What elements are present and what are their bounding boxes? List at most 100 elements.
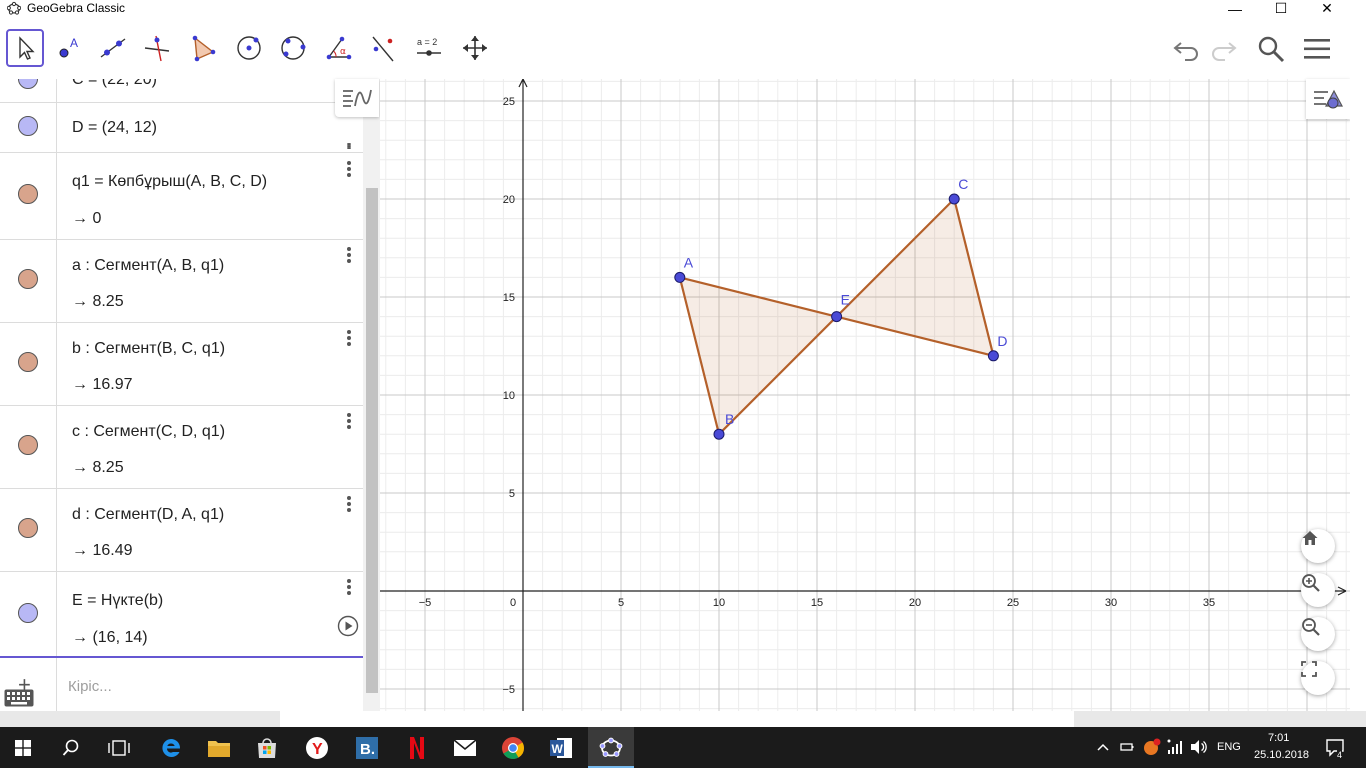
row-menu-button[interactable]	[343, 159, 355, 179]
conic-tool[interactable]	[274, 29, 312, 67]
algebra-row-d-segment[interactable]: d : Сегмент(D, A, q1) → 16.49	[0, 489, 363, 572]
algebra-scrollbar[interactable]	[366, 188, 378, 693]
move-graphics-tool[interactable]	[456, 29, 494, 67]
move-tool[interactable]	[6, 29, 44, 67]
search-icon	[62, 739, 79, 756]
keyboard-icon[interactable]	[4, 689, 34, 707]
row-definition: c : Сегмент(C, D, q1)	[72, 423, 226, 440]
row-menu-button[interactable]	[343, 328, 355, 348]
taskbar-search-button[interactable]	[48, 727, 94, 768]
row-value: → (16, 14)	[72, 629, 148, 646]
point-e[interactable]	[831, 311, 843, 323]
notifications-icon[interactable]	[1326, 738, 1346, 758]
close-button[interactable]: ✕	[1304, 0, 1350, 17]
row-divider	[56, 406, 57, 488]
polygon-icon	[192, 35, 216, 62]
taskbar-yandex[interactable]: Y	[294, 727, 340, 768]
home-button[interactable]	[1301, 529, 1335, 563]
row-menu-button[interactable]	[343, 411, 355, 431]
taskbar-file-explorer[interactable]	[196, 727, 242, 768]
visibility-toggle[interactable]	[18, 435, 38, 455]
algebra-row-d[interactable]: D = (24, 12)	[0, 103, 363, 153]
zoom-in-button[interactable]	[1301, 573, 1335, 607]
row-definition: E = Нүкте(b)	[72, 592, 164, 609]
antivirus-tray-icon[interactable]	[1142, 737, 1162, 757]
zoom-out-icon	[1302, 618, 1320, 636]
point-tool[interactable]: A	[50, 29, 88, 67]
taskbar-netflix[interactable]	[394, 727, 440, 768]
row-menu-button[interactable]	[343, 494, 355, 514]
search-button[interactable]	[1254, 32, 1288, 66]
angle-tool[interactable]: α	[320, 29, 358, 67]
line-tool[interactable]	[94, 29, 132, 67]
point-c[interactable]	[948, 193, 960, 205]
netflix-icon	[410, 736, 424, 759]
fullscreen-button[interactable]	[1301, 661, 1335, 695]
undo-button[interactable]	[1172, 32, 1202, 66]
slider-tool[interactable]: a = 2	[410, 29, 448, 67]
battery-icon[interactable]	[1120, 741, 1134, 753]
visibility-toggle[interactable]	[18, 116, 38, 136]
language-indicator[interactable]: ENG	[1217, 741, 1241, 753]
minimize-button[interactable]: —	[1212, 0, 1258, 17]
coordinate-plane[interactable]: −5 0 5 10 15 20 25 30 35 25 20 15 10 5 −5 A B C D E	[380, 79, 1350, 711]
algebra-input-row[interactable]: + Кіріс...	[0, 657, 363, 711]
algebra-row-c-segment[interactable]: c : Сегмент(C, D, q1) → 8.25	[0, 406, 363, 489]
visibility-toggle[interactable]	[18, 184, 38, 204]
taskbar-b-app[interactable]: B.	[344, 727, 390, 768]
play-animation-icon[interactable]	[337, 615, 359, 637]
algebra-row-e[interactable]: E = Нүкте(b) → (16, 14)	[0, 572, 363, 657]
line-through-points-icon	[100, 38, 126, 58]
zoom-out-button[interactable]	[1301, 617, 1335, 651]
svg-text:a = 2: a = 2	[417, 37, 437, 47]
point-label-d: D	[997, 333, 1007, 349]
perpendicular-tool[interactable]	[138, 29, 176, 67]
algebra-row-b[interactable]: b : Сегмент(B, C, q1) → 16.97	[0, 323, 363, 406]
algebra-row-c[interactable]: C = (22, 20)	[0, 79, 363, 103]
taskbar-store[interactable]	[244, 727, 290, 768]
clock-date[interactable]: 25.10.2018	[1254, 749, 1309, 761]
row-menu-button[interactable]	[343, 141, 355, 151]
task-view-button[interactable]	[96, 727, 142, 768]
svg-text:B.: B.	[360, 741, 375, 758]
point-icon: A	[59, 36, 78, 58]
file-explorer-icon	[208, 740, 230, 757]
main-menu-button[interactable]	[1300, 32, 1334, 66]
algebra-style-bar-button[interactable]	[335, 79, 379, 117]
row-divider	[56, 323, 57, 405]
visibility-toggle[interactable]	[18, 352, 38, 372]
visibility-toggle[interactable]	[18, 603, 38, 623]
visibility-toggle[interactable]	[18, 79, 38, 89]
reflect-tool[interactable]	[364, 29, 402, 67]
x-tick-label: 30	[1105, 597, 1117, 609]
svg-text:α: α	[340, 47, 346, 57]
graphics-view[interactable]: −5 0 5 10 15 20 25 30 35 25 20 15 10 5 −5 A B C D E	[380, 79, 1350, 711]
visibility-toggle[interactable]	[18, 518, 38, 538]
taskbar-geogebra[interactable]	[588, 727, 634, 768]
start-button[interactable]	[0, 727, 46, 768]
visibility-toggle[interactable]	[18, 269, 38, 289]
taskbar-chrome[interactable]	[490, 727, 536, 768]
polygon-tool[interactable]	[184, 29, 222, 67]
network-icon[interactable]	[1166, 737, 1186, 757]
point-d[interactable]	[987, 350, 999, 362]
redo-button[interactable]	[1208, 32, 1238, 66]
taskbar-word[interactable]: W	[538, 727, 584, 768]
point-b[interactable]	[713, 428, 725, 440]
row-value: → 8.25	[72, 293, 124, 310]
maximize-button[interactable]: ☐	[1258, 0, 1304, 17]
point-a[interactable]	[674, 271, 686, 283]
clock-time[interactable]: 7:01	[1268, 732, 1289, 744]
algebra-input[interactable]: Кіріс...	[68, 678, 112, 695]
taskbar-mail[interactable]	[442, 727, 488, 768]
volume-icon[interactable]	[1190, 739, 1208, 755]
taskbar-edge[interactable]	[148, 727, 194, 768]
perpendicular-line-icon	[144, 35, 170, 62]
row-menu-button[interactable]	[343, 577, 355, 597]
row-menu-button[interactable]	[343, 245, 355, 265]
circle-tool[interactable]	[230, 29, 268, 67]
tray-overflow-icon[interactable]	[1097, 742, 1109, 752]
graphics-style-bar-button[interactable]	[1306, 79, 1350, 119]
algebra-row-a[interactable]: a : Сегмент(A, B, q1) → 8.25	[0, 240, 363, 323]
algebra-row-q1[interactable]: q1 = Көпбұрыш(A, B, C, D) → 0	[0, 153, 363, 240]
